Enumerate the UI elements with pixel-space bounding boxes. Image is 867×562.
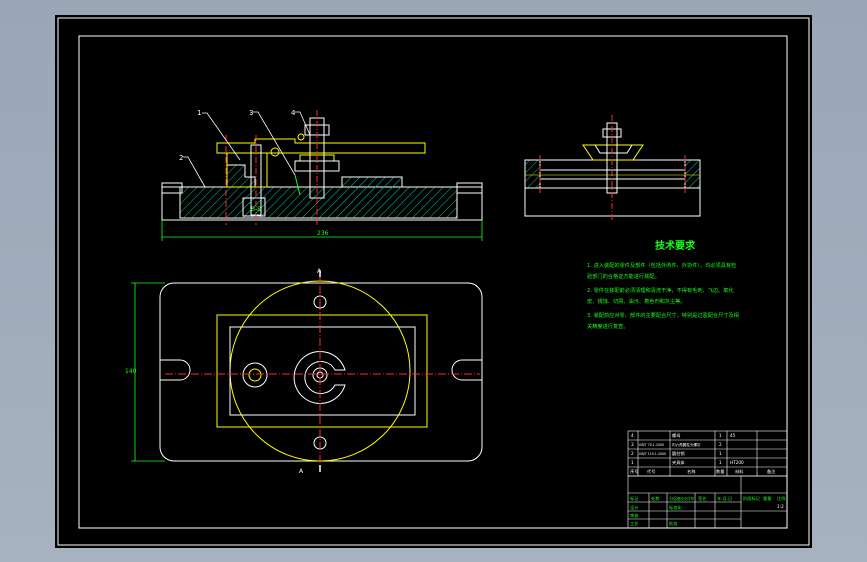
stage-label-3: 比例: [777, 495, 785, 502]
tech-req-line-6: 关精度进行复查。: [587, 322, 629, 330]
sig-label-4: 更改文件号: [677, 496, 695, 501]
part-row-1-name: 夹具体: [672, 459, 685, 466]
part-row-1-material: HT200: [730, 460, 744, 465]
section-mark-a-top: A: [317, 268, 322, 275]
side-view: [524, 115, 701, 220]
header-qty: 数量: [716, 468, 724, 475]
side-hatch-right: [684, 159, 701, 189]
part-row-4-name: 螺母: [672, 432, 680, 439]
design-label-5: 批准: [669, 520, 677, 527]
top-view: A A 140: [125, 268, 483, 475]
cad-drawing: 1 2 3 4 B-B 236 A A 140 技术要求 1. 进入装配的零件及…: [57, 17, 810, 546]
left-pin-hole: [242, 362, 268, 388]
left-pin-hole-inner: [248, 368, 262, 382]
front-section-view: 1 2 3 4 B-B 236: [161, 109, 483, 241]
header-code: 代号: [647, 468, 655, 475]
part-row-4-no: 4: [631, 433, 634, 438]
fixture-body-section: [179, 164, 458, 219]
callout-4: 4: [291, 109, 296, 117]
sheet-outer-border: [57, 17, 810, 546]
tech-req-line-3: 2. 零件在装配前必须清理和清洗干净，不得有毛刺、飞边、氧化: [587, 286, 734, 294]
tech-req-title: 技术要求: [655, 239, 696, 252]
design-label-4: 标准化: [669, 504, 682, 511]
fixture-frame: [216, 314, 428, 428]
part-row-3-qty: 2: [719, 442, 722, 447]
design-label-2: 审核: [630, 512, 639, 519]
detail-circle-b: [270, 147, 280, 157]
right-step: [456, 182, 483, 194]
stage-label-2: 重量: [763, 495, 771, 502]
callout-3: 3: [249, 109, 253, 117]
callout-1: 1: [197, 109, 201, 117]
parts-list-text: 4 螺母 1 45 3 GB/T 70.1-2000 内六角圆柱头螺钉 2 2 …: [630, 432, 785, 527]
sig-label-5: 签名: [698, 495, 706, 502]
fixture-inner: [229, 326, 416, 416]
part-row-2-no: 2: [631, 451, 634, 456]
section-mark-a-bottom: A: [299, 468, 304, 475]
right-slot: [451, 359, 482, 381]
part-row-2-code: GB/T 119.1-2000: [639, 452, 666, 456]
design-label-3: 工艺: [630, 521, 638, 526]
part-row-4-material: 45: [730, 433, 736, 438]
part-row-1-no: 1: [631, 460, 634, 465]
part-row-3-name: 内六角圆柱头螺钉: [672, 442, 701, 447]
callout-2: 2: [179, 154, 183, 162]
header-note: 备注: [767, 468, 776, 475]
part-row-2-qty: 1: [719, 451, 722, 456]
sig-label-6: 年.月.日: [717, 495, 732, 502]
drawing-sheet: 1 2 3 4 B-B 236 A A 140 技术要求 1. 进入装配的零件及…: [55, 15, 812, 548]
width-dimension-text: 236: [317, 230, 329, 237]
tech-req-line-4: 皮、锈蚀、切屑、油污、着色剂和灰尘等。: [587, 297, 686, 305]
part-row-3-no: 3: [631, 442, 634, 447]
left-slot: [160, 359, 191, 381]
header-material: 材料: [735, 468, 744, 475]
stage-label-1: 阶段标记: [743, 495, 761, 502]
design-label-1: 设计: [630, 504, 638, 511]
upper-clamp: [216, 138, 426, 154]
part-row-2-name: 圆柱销: [672, 450, 685, 457]
tech-req-line-5: 3. 装配前应对零、部件的主要配合尺寸，特别是过盈配合尺寸及相: [587, 311, 739, 319]
tech-req-line-1: 1. 进入装配的零件及部件（包括外购件、外协件），均必须具有检: [587, 261, 736, 269]
side-vee: [594, 144, 633, 154]
part-row-3-code: GB/T 70.1-2000: [639, 443, 664, 447]
header-name: 名称: [687, 468, 695, 475]
sig-label-2: 处数: [651, 495, 660, 502]
side-hatch-left: [524, 159, 541, 189]
part-row-1-qty: 1: [719, 460, 722, 465]
scale-value: 1:2: [777, 504, 784, 509]
height-dimension-text: 140: [125, 368, 137, 375]
callout-leaders: [183, 111, 311, 188]
header-no: 序号: [630, 468, 638, 475]
part-row-4-qty: 1: [719, 433, 722, 438]
detail-circle-a: [297, 133, 305, 141]
tech-req-line-2: 验部门的合格证方能进行装配。: [587, 272, 660, 280]
technical-requirements: 技术要求 1. 进入装配的零件及部件（包括外购件、外协件），均必须具有检 验部门…: [587, 239, 739, 330]
sig-label-1: 标记: [630, 495, 639, 502]
left-step: [161, 182, 183, 194]
section-label-bb: B-B: [251, 206, 261, 213]
